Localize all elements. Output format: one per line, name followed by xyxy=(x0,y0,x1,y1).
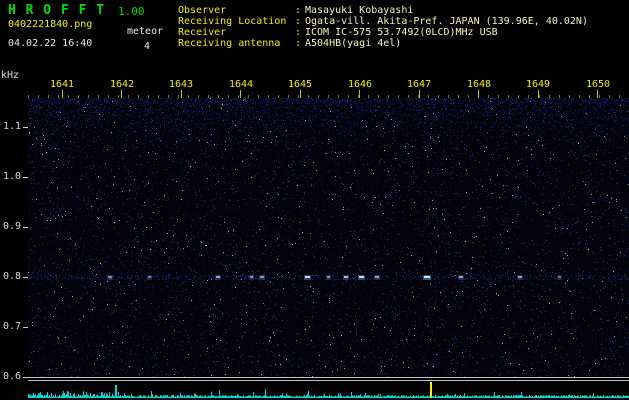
mode-label: meteor xyxy=(127,26,164,37)
time-tick-label: 1645 xyxy=(287,79,313,90)
info-separator: : xyxy=(295,16,302,27)
info-separator: : xyxy=(295,27,302,38)
observer-info-block: Observer: Masayuki Kobayashi Receiving Lo… xyxy=(178,5,588,49)
time-tick-label: 1643 xyxy=(168,79,194,90)
freq-tick-label: 0.6 xyxy=(2,371,21,382)
echo-count: 4 xyxy=(144,41,151,52)
info-label: Receiving antenna xyxy=(178,38,281,49)
info-row-location: Receiving Location: Ogata-vill. Akita-Pre… xyxy=(178,16,588,27)
time-tick-label: 1641 xyxy=(49,79,75,90)
info-row-observer: Observer: Masayuki Kobayashi xyxy=(178,5,588,16)
info-value: ICOM IC-575 53.7492(0LCD)MHz USB xyxy=(305,27,498,38)
separator-line xyxy=(28,377,629,378)
hrofft-screen: H R O F F T 1.00 0402221840.png meteor 0… xyxy=(0,0,629,400)
info-row-antenna: Receiving antenna: A504HB(yagi 4el) xyxy=(178,38,588,49)
spectrogram-canvas xyxy=(28,98,629,377)
freq-tick-label: 0.9 xyxy=(2,221,21,232)
freq-tick-label: 1.0 xyxy=(2,171,21,182)
info-separator: : xyxy=(295,5,302,16)
freq-axis-unit-label: kHz xyxy=(1,70,20,81)
freq-tick-label: 0.7 xyxy=(2,321,21,332)
info-value: Masayuki Kobayashi xyxy=(305,5,414,16)
time-tick-label: 1647 xyxy=(406,79,432,90)
app-version: 1.00 xyxy=(118,5,145,18)
time-tick-label: 1642 xyxy=(109,79,135,90)
info-label: Receiving Location xyxy=(178,16,287,27)
time-ticks-canvas xyxy=(28,90,629,98)
time-tick-label: 1650 xyxy=(585,79,611,90)
app-title: H R O F F T xyxy=(8,3,106,18)
freq-tick-label: 1.1 xyxy=(2,121,21,132)
info-label: Observer xyxy=(178,5,227,16)
time-tick-label: 1644 xyxy=(228,79,254,90)
datetime-label: 04.02.22 16:40 xyxy=(8,38,93,49)
info-value: A504HB(yagi 4el) xyxy=(305,38,402,49)
time-tick-label: 1649 xyxy=(525,79,551,90)
info-row-receiver: Receiver: ICOM IC-575 53.7492(0LCD)MHz US… xyxy=(178,27,588,38)
info-separator: : xyxy=(295,38,302,49)
separator-line xyxy=(28,380,629,381)
output-filename: 0402221840.png xyxy=(8,19,93,30)
freq-tick-label: 0.8 xyxy=(2,271,21,282)
time-tick-label: 1646 xyxy=(347,79,373,90)
info-label: Receiver xyxy=(178,27,227,38)
info-value: Ogata-vill. Akita-Pref. JAPAN (139.96E, … xyxy=(305,16,588,27)
amplitude-canvas xyxy=(28,382,629,398)
time-tick-label: 1648 xyxy=(466,79,492,90)
